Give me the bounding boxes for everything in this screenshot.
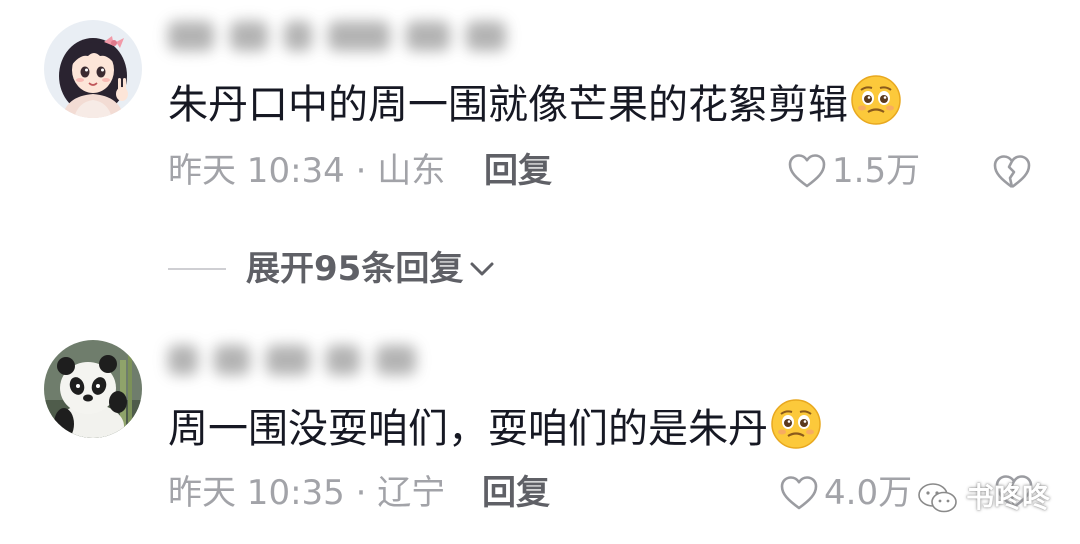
avatar-panda[interactable]	[44, 340, 142, 438]
comment-timestamp: 昨天 10:34 ·	[168, 151, 367, 191]
heart-outline-icon	[780, 476, 818, 510]
comment-location: 辽宁	[377, 473, 446, 513]
expand-replies-button[interactable]: 展开95条回复	[168, 246, 497, 292]
comment-text-content: 周一围没耍咱们，耍咱们的是朱丹	[168, 406, 768, 452]
like-count: 4.0万	[824, 473, 913, 513]
dislike-button[interactable]	[992, 154, 1032, 194]
like-count: 1.5万	[832, 151, 921, 191]
comment-timestamp: 昨天 10:35 ·	[168, 473, 367, 513]
username-blurred[interactable]	[168, 336, 432, 384]
comment-text: 朱丹口中的周一围就像芒果的花絮剪辑	[168, 74, 902, 133]
reply-button[interactable]: 回复	[482, 470, 550, 516]
comment-location: 山东	[377, 151, 446, 191]
watermark: 书咚咚	[916, 480, 1050, 516]
panda-avatar-icon	[44, 340, 142, 438]
broken-heart-icon	[993, 155, 1031, 189]
heart-outline-icon	[788, 154, 826, 188]
chevron-down-icon	[470, 262, 494, 276]
username-blurred[interactable]	[168, 12, 522, 60]
comment-meta: 昨天 10:34 · 山东	[168, 148, 445, 194]
pleading-face-emoji-icon	[771, 399, 821, 449]
like-button[interactable]: 1.5万	[788, 148, 920, 194]
like-button[interactable]: 4.0万	[780, 470, 912, 516]
comment-meta: 昨天 10:35 · 辽宁	[168, 470, 445, 516]
watermark-text: 书咚咚	[966, 481, 1051, 514]
anime-girl-avatar-icon	[44, 20, 142, 118]
avatar-anime-girl[interactable]	[44, 20, 142, 118]
wechat-icon	[918, 483, 957, 513]
comment-text-content: 朱丹口中的周一围就像芒果的花絮剪辑	[168, 82, 848, 128]
pleading-face-emoji-icon	[851, 75, 901, 125]
expand-divider	[168, 268, 226, 270]
expand-replies-label: 展开95条回复	[246, 249, 464, 289]
reply-button[interactable]: 回复	[484, 148, 552, 194]
comment-text: 周一围没耍咱们，耍咱们的是朱丹	[168, 398, 822, 457]
